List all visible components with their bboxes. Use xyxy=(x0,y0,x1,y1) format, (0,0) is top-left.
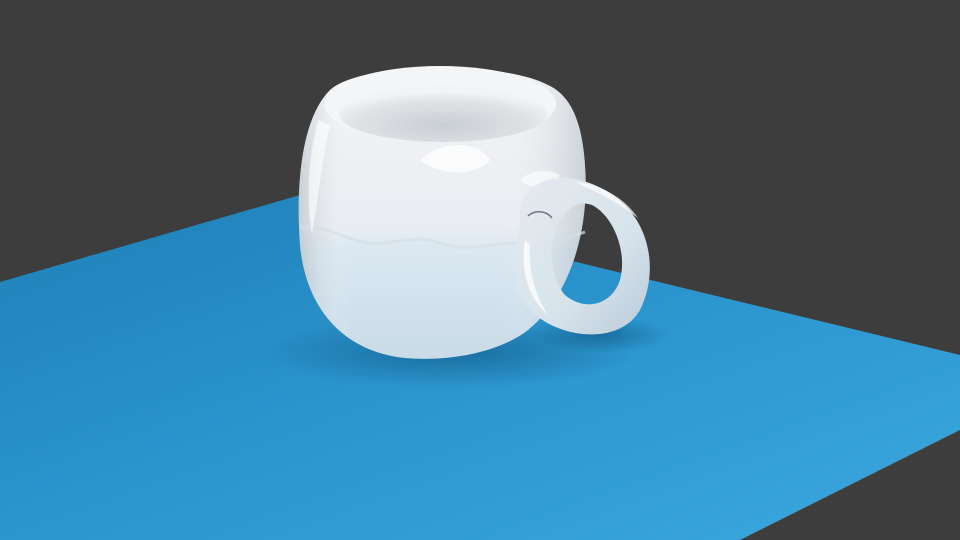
mug-interior xyxy=(339,86,547,142)
render-viewport xyxy=(0,0,960,540)
